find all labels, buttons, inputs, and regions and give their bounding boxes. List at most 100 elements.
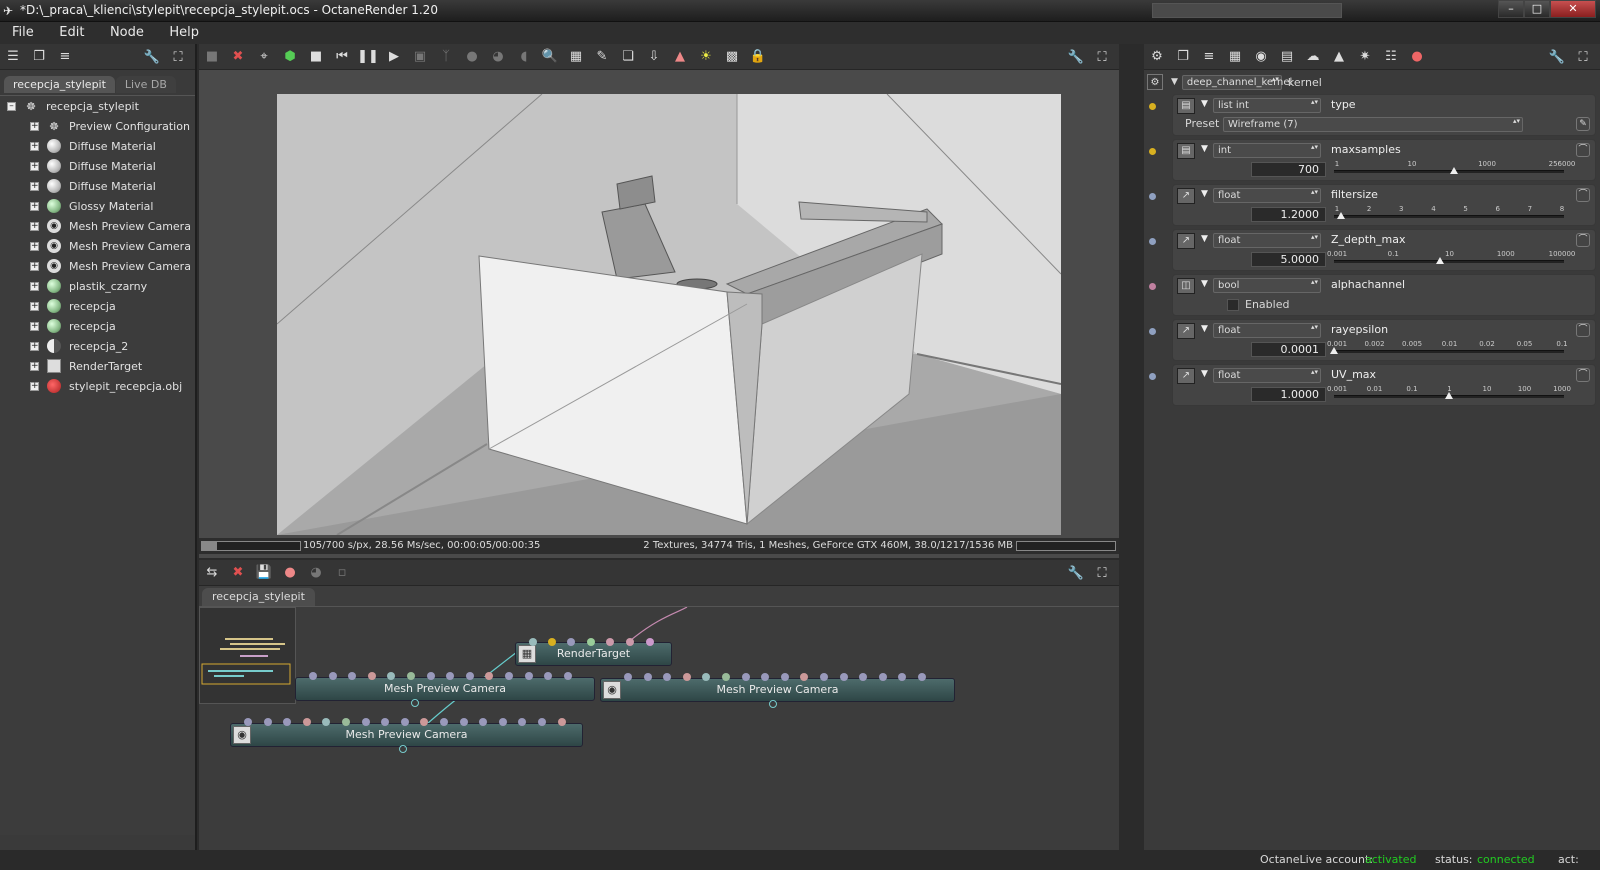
slider-thumb[interactable]: [1330, 347, 1338, 354]
inspector-imager-icon[interactable]: ▲: [1330, 48, 1348, 66]
expand-icon[interactable]: +: [30, 361, 39, 371]
tree-item[interactable]: + recepcja: [0, 296, 195, 316]
param-value-field[interactable]: 5.0000: [1251, 252, 1326, 267]
param-value-field[interactable]: 1.2000: [1251, 207, 1326, 222]
expand-icon[interactable]: +: [30, 241, 39, 251]
param-type-select[interactable]: float: [1213, 368, 1321, 383]
color-pick-icon[interactable]: ●: [463, 48, 481, 66]
param-slider[interactable]: 12345678: [1334, 205, 1564, 223]
tree-item[interactable]: + ◉ Mesh Preview Camera: [0, 216, 195, 236]
close-button[interactable]: ✕: [1550, 0, 1596, 18]
export-icon[interactable]: ⇩: [645, 48, 663, 66]
inspector-node-icon[interactable]: ⚙: [1148, 48, 1166, 66]
input-pin[interactable]: [780, 673, 789, 681]
menu-file[interactable]: File: [0, 22, 45, 44]
input-pin[interactable]: [918, 673, 926, 681]
kernel-select[interactable]: deep_channel_kernel: [1181, 74, 1292, 90]
input-pin[interactable]: [646, 638, 654, 646]
camera-node-c[interactable]: ◉ Mesh Preview Camera: [230, 723, 583, 747]
wrench-icon[interactable]: 🔧: [143, 48, 161, 66]
camera-node-b[interactable]: ◉ Mesh Preview Camera: [600, 678, 955, 702]
collapse-arrow-icon[interactable]: ▼: [1201, 144, 1208, 154]
input-pin[interactable]: [538, 718, 546, 726]
expand-icon[interactable]: +: [30, 301, 39, 311]
param-slider[interactable]: 0.001 0.1 10 1000 100000: [1327, 250, 1575, 268]
sun-icon[interactable]: ☀: [697, 48, 715, 66]
fullscreen-icon[interactable]: ⛶: [169, 48, 187, 66]
graph-canvas[interactable]: ▦ RenderTarget Mesh Preview Camera ◉ Mes…: [199, 606, 1119, 850]
graph-material-icon[interactable]: ●: [281, 564, 299, 582]
input-pin[interactable]: [626, 638, 634, 646]
input-pin[interactable]: [557, 718, 566, 726]
graph-delete-icon[interactable]: ✖: [229, 564, 247, 582]
region-icon[interactable]: ⌖: [255, 48, 273, 66]
expand-icon[interactable]: +: [30, 121, 39, 131]
param-type-select[interactable]: bool: [1213, 278, 1321, 293]
input-pin[interactable]: [548, 638, 556, 646]
inspector-post-icon[interactable]: ✷: [1356, 48, 1374, 66]
expand-icon[interactable]: +: [30, 221, 39, 231]
output-pin[interactable]: [399, 745, 407, 753]
restart-icon[interactable]: ⏮: [333, 48, 351, 66]
tree-root[interactable]: – ☸ recepcja_stylepit: [0, 96, 195, 116]
graph-pin-icon[interactable]: ▫: [333, 564, 351, 582]
graph-save-icon[interactable]: 💾: [255, 564, 273, 582]
param-value-field[interactable]: 1.0000: [1251, 387, 1326, 402]
output-pin[interactable]: [411, 699, 419, 707]
slider-thumb[interactable]: [1435, 257, 1444, 264]
tree-item[interactable]: + ◉ Mesh Preview Camera: [0, 256, 195, 276]
fullscreen-icon[interactable]: ⛶: [1093, 564, 1111, 582]
tree-item[interactable]: + recepcja: [0, 316, 195, 336]
input-pin[interactable]: [878, 673, 887, 681]
tab-scene[interactable]: recepcja_stylepit: [4, 76, 115, 93]
input-pin[interactable]: [563, 672, 572, 680]
expand-icon[interactable]: +: [30, 341, 39, 351]
param-type-select[interactable]: list int: [1213, 98, 1321, 113]
expand-icon[interactable]: +: [30, 261, 39, 271]
lock-camera-icon[interactable]: ✎: [593, 48, 611, 66]
tab-live-db[interactable]: Live DB: [115, 76, 176, 93]
wrench-icon[interactable]: 🔧: [1548, 48, 1566, 66]
tree-item[interactable]: + Diffuse Material: [0, 136, 195, 156]
grid-icon[interactable]: ▦: [567, 48, 585, 66]
play-icon[interactable]: ▶: [385, 48, 403, 66]
expand-icon[interactable]: +: [30, 141, 39, 151]
inspector-material-icon[interactable]: ●: [1408, 48, 1426, 66]
expand-icon[interactable]: +: [30, 161, 39, 171]
input-pin[interactable]: [407, 672, 415, 680]
inspector-stack-icon[interactable]: ❐: [1174, 48, 1192, 66]
slider-thumb[interactable]: [1445, 392, 1453, 399]
tree-item[interactable]: + Diffuse Material: [0, 176, 195, 196]
copy-icon[interactable]: ❏: [619, 48, 637, 66]
inspector-image-icon[interactable]: ▦: [1226, 48, 1244, 66]
collapse-arrow-icon[interactable]: ▼: [1201, 279, 1208, 289]
slider-thumb[interactable]: [1449, 167, 1458, 174]
graph-minimap[interactable]: [199, 607, 296, 704]
input-pin[interactable]: [505, 672, 513, 680]
param-value-field[interactable]: 700: [1251, 162, 1326, 177]
input-pin[interactable]: [426, 672, 435, 680]
input-pin[interactable]: [498, 718, 507, 726]
param-slider[interactable]: 1 10 1000 256000: [1334, 160, 1575, 178]
tree-item[interactable]: + plastik_czarny: [0, 276, 195, 296]
input-pin[interactable]: [820, 673, 828, 681]
input-pin[interactable]: [567, 638, 575, 646]
curve-icon[interactable]: ⌒: [1576, 188, 1590, 202]
input-pin[interactable]: [587, 638, 595, 646]
outliner-stack-icon[interactable]: ❐: [30, 48, 48, 66]
input-pin[interactable]: [606, 638, 614, 646]
input-pin[interactable]: [529, 638, 537, 646]
tree-item[interactable]: + ◉ Mesh Preview Camera: [0, 236, 195, 256]
expand-icon[interactable]: +: [30, 201, 39, 211]
outliner-collapse-icon[interactable]: ≡: [56, 48, 74, 66]
input-pin[interactable]: [400, 718, 409, 726]
zoom-icon[interactable]: 🔍: [541, 48, 559, 66]
fullscreen-icon[interactable]: ⛶: [1093, 48, 1111, 66]
tree-item[interactable]: + stylepit_recepcja.obj: [0, 376, 195, 396]
param-type-select[interactable]: float: [1213, 323, 1321, 338]
input-pin[interactable]: [244, 718, 252, 726]
param-value-field[interactable]: 0.0001: [1251, 342, 1326, 357]
collapse-arrow-icon[interactable]: ▼: [1201, 369, 1208, 379]
expand-icon[interactable]: +: [30, 321, 39, 331]
stop-icon[interactable]: ■: [307, 48, 325, 66]
